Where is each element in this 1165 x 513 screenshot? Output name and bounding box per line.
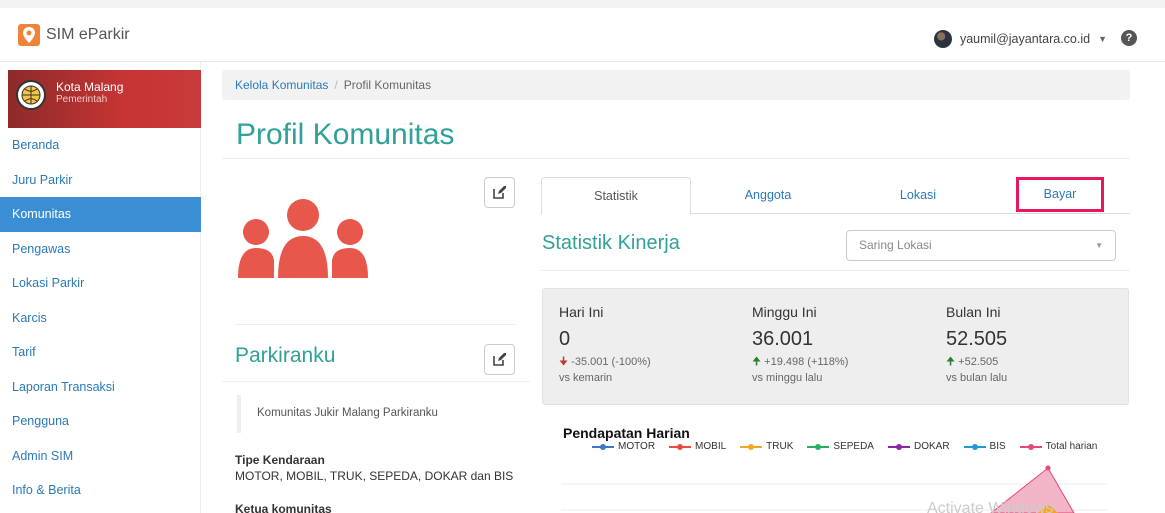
activation-watermark: Activate Windows <box>927 500 1054 513</box>
sidebar-item-beranda[interactable]: Beranda <box>0 128 201 163</box>
legend-label: SEPEDA <box>833 441 874 452</box>
stat-value: 0 <box>559 328 571 350</box>
legend-label: Total harian <box>1045 441 1098 452</box>
breadcrumb: Kelola Komunitas / Profil Komunitas <box>222 70 1130 100</box>
sidebar-nav: Beranda Juru Parkir Komunitas Pengawas L… <box>0 128 201 508</box>
chevron-down-icon: ▼ <box>1098 34 1107 44</box>
stat-compare: vs minggu lalu <box>752 372 823 384</box>
help-icon[interactable]: ? <box>1121 30 1137 46</box>
legend-label: TRUK <box>766 441 794 452</box>
chart-legend: MOTOR MOBIL TRUK SEPEDA DOKAR BIS Total … <box>592 441 1097 452</box>
stat-month: Bulan Ini 52.505 🠉 +52.505 vs bulan lalu <box>946 304 1007 384</box>
org-name: Kota Malang <box>56 80 124 94</box>
vehicle-type-label: Tipe Kendaraan <box>235 453 325 467</box>
sidebar: Kota Malang Pemerintah Beranda Juru Park… <box>0 62 201 513</box>
arrow-up-icon: 🠉 <box>752 356 762 368</box>
org-type: Pemerintah <box>56 94 108 105</box>
community-description: Komunitas Jukir Malang Parkiranku <box>237 395 515 433</box>
stat-compare: vs bulan lalu <box>946 372 1008 384</box>
divider <box>222 381 530 382</box>
stat-change: -35.001 (-100%) <box>571 356 651 368</box>
legend-label: DOKAR <box>913 441 950 452</box>
legend-item-motor[interactable]: MOTOR <box>592 441 655 452</box>
divider <box>222 158 1130 159</box>
tab-anggota[interactable]: Anggota <box>703 177 833 214</box>
legend-swatch <box>669 443 692 450</box>
tab-bar: Statistik Anggota Lokasi Bayar <box>541 177 1130 215</box>
stat-change: +52.505 <box>958 356 999 368</box>
legend-label: BIS <box>989 441 1006 452</box>
location-pin-icon <box>18 24 40 46</box>
sidebar-item-pengguna[interactable]: Pengguna <box>0 404 201 439</box>
user-email: yaumil@jayantara.co.id <box>959 32 1091 46</box>
breadcrumb-link-kelola-komunitas[interactable]: Kelola Komunitas <box>235 78 328 92</box>
legend-item-bis[interactable]: BIS <box>963 441 1006 452</box>
legend-swatch <box>807 443 830 450</box>
legend-swatch <box>963 443 986 450</box>
legend-label: MOTOR <box>618 441 656 452</box>
stat-label: Minggu Ini <box>752 304 817 320</box>
breadcrumb-current: Profil Komunitas <box>343 78 432 92</box>
sidebar-item-juru-parkir[interactable]: Juru Parkir <box>0 163 201 198</box>
edit-photo-button[interactable] <box>484 177 515 208</box>
stat-label: Hari Ini <box>559 304 604 320</box>
stat-today: Hari Ini 0 🠋 -35.001 (-100%) vs kemarin <box>559 304 651 384</box>
sidebar-item-komunitas[interactable]: Komunitas <box>0 197 201 232</box>
chart-title: Pendapatan Harian <box>563 425 690 441</box>
stat-compare: vs kemarin <box>559 372 613 384</box>
divider <box>235 324 515 325</box>
legend-swatch <box>887 443 910 450</box>
sidebar-item-admin-sim[interactable]: Admin SIM <box>0 439 201 474</box>
sidebar-item-lokasi-parkir[interactable]: Lokasi Parkir <box>0 266 201 301</box>
vehicle-type-value: MOTOR, MOBIL, TRUK, SEPEDA, DOKAR dan BI… <box>235 469 514 483</box>
legend-swatch <box>592 443 614 450</box>
location-filter-placeholder: Saring Lokasi <box>859 238 932 252</box>
legend-swatch <box>1019 443 1042 450</box>
tab-statistik[interactable]: Statistik <box>541 177 691 215</box>
legend-item-dokar[interactable]: DOKAR <box>887 441 950 452</box>
legend-swatch <box>740 443 763 450</box>
breadcrumb-separator: / <box>334 78 338 92</box>
page-title: Profil Komunitas <box>236 118 455 151</box>
chevron-down-icon: ▼ <box>1095 241 1103 250</box>
sidebar-item-info-berita[interactable]: Info & Berita <box>0 473 201 508</box>
arrow-down-icon: 🠋 <box>559 356 569 368</box>
legend-item-mobil[interactable]: MOBIL <box>669 441 726 452</box>
legend-item-total-harian[interactable]: Total harian <box>1019 441 1098 452</box>
edit-community-button[interactable] <box>484 344 515 375</box>
sidebar-item-tarif[interactable]: Tarif <box>0 335 201 370</box>
legend-item-sepeda[interactable]: SEPEDA <box>807 441 874 452</box>
arrow-up-icon: 🠉 <box>946 356 956 368</box>
total-harian-point[interactable] <box>1045 465 1051 471</box>
user-menu[interactable]: yaumil@jayantara.co.id ▼ <box>933 30 1107 48</box>
stat-value: 36.001 <box>752 328 814 350</box>
community-people-icon <box>238 198 368 283</box>
app-title: SIM eParkir <box>46 26 130 43</box>
top-navbar: SIM eParkir yaumil@jayantara.co.id ▼ ? <box>0 0 1165 62</box>
org-card: Kota Malang Pemerintah <box>8 70 201 128</box>
globe-icon <box>16 80 46 110</box>
stats-title: Statistik Kinerja <box>542 232 680 254</box>
sidebar-item-karcis[interactable]: Karcis <box>0 301 201 336</box>
legend-item-truk[interactable]: TRUK <box>740 441 793 452</box>
sidebar-item-laporan-transaksi[interactable]: Laporan Transaksi <box>0 370 201 405</box>
tab-bayar[interactable]: Bayar <box>1016 177 1104 212</box>
legend-label: MOBIL <box>695 441 727 452</box>
stats-summary: Hari Ini 0 🠋 -35.001 (-100%) vs kemarin … <box>542 288 1129 405</box>
edit-icon <box>493 186 506 199</box>
sidebar-item-pengawas[interactable]: Pengawas <box>0 232 201 267</box>
stat-change: +19.498 (+118%) <box>764 356 849 368</box>
stat-week: Minggu Ini 36.001 🠉 +19.498 (+118%) vs m… <box>752 304 848 384</box>
location-filter-select[interactable]: Saring Lokasi ▼ <box>846 230 1116 261</box>
brand[interactable]: SIM eParkir <box>18 24 130 46</box>
community-name: Parkiranku <box>235 344 336 367</box>
edit-icon <box>493 353 506 366</box>
stat-value: 52.505 <box>946 328 1008 350</box>
tab-lokasi[interactable]: Lokasi <box>853 177 983 214</box>
divider <box>541 270 1130 271</box>
stat-label: Bulan Ini <box>946 304 1001 320</box>
leader-label: Ketua komunitas <box>235 502 332 513</box>
avatar <box>933 30 952 48</box>
